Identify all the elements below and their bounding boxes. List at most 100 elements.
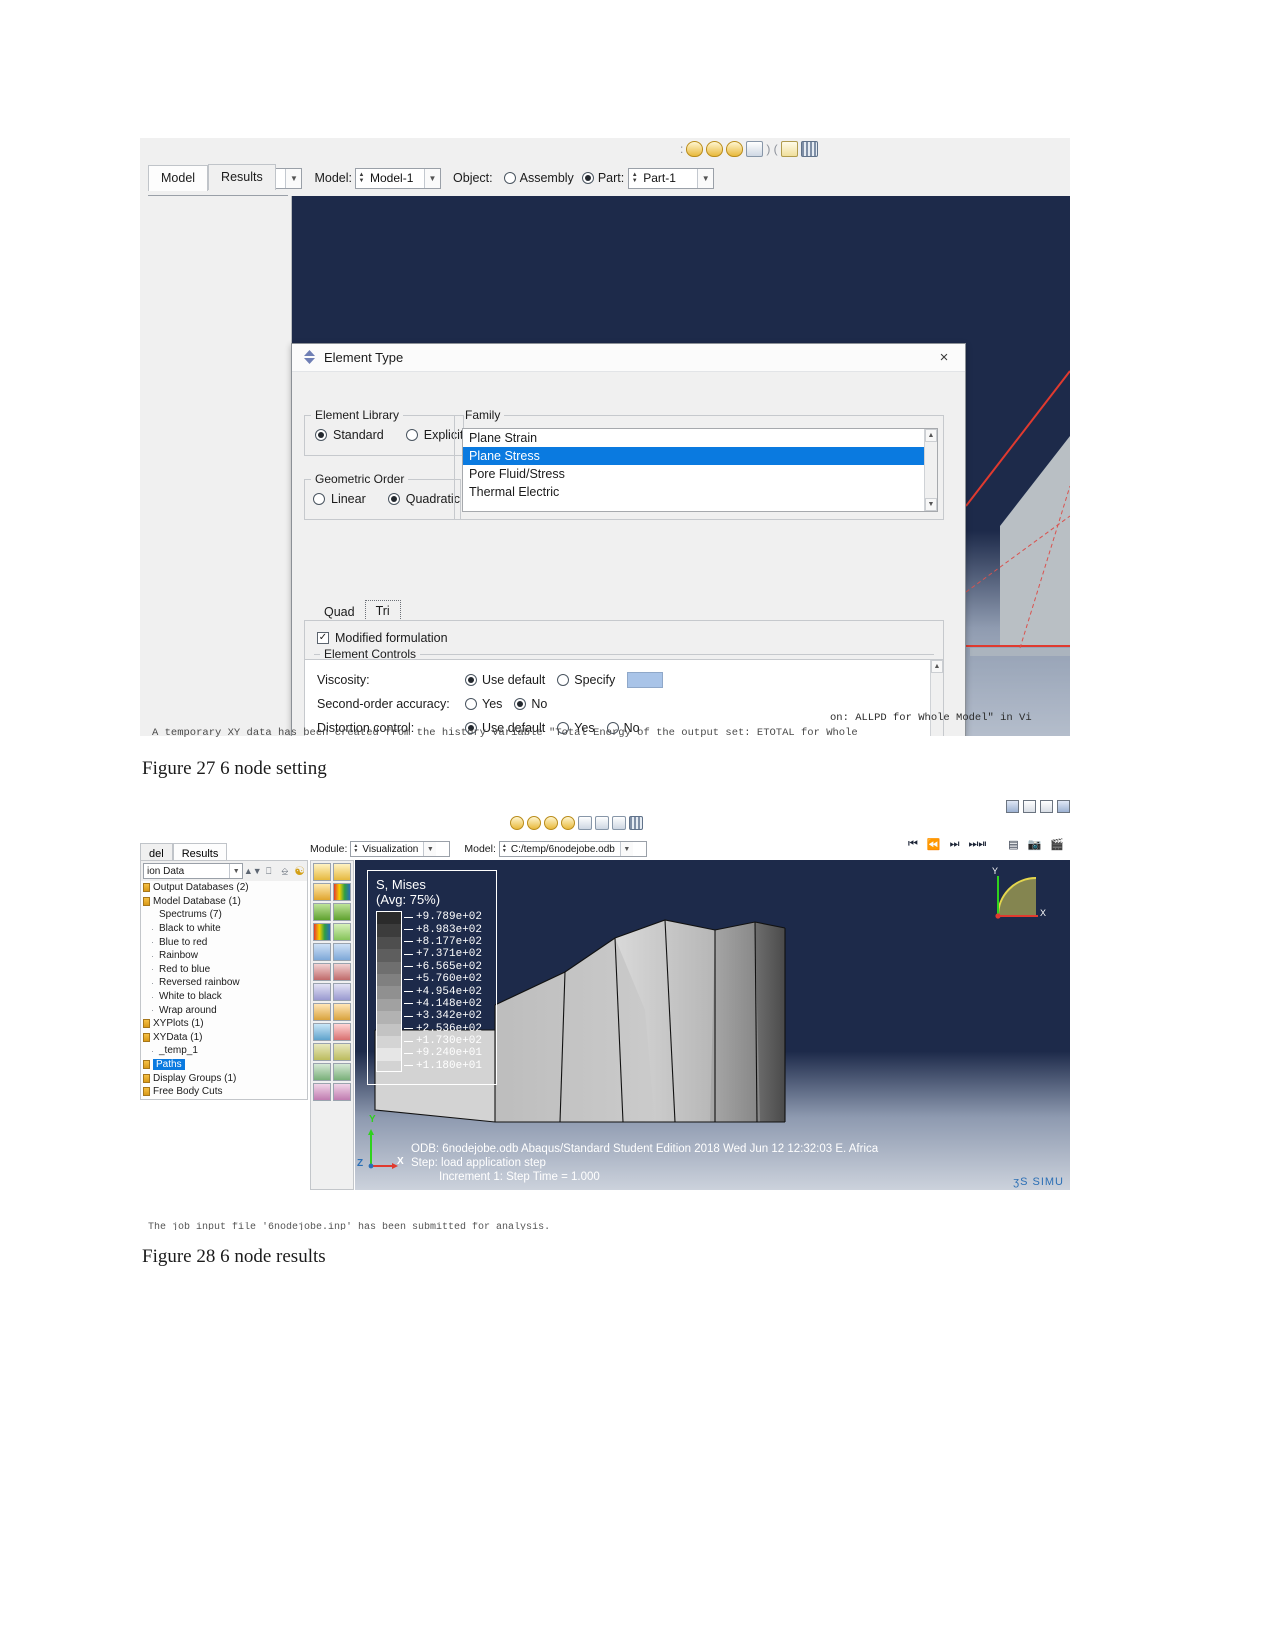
- maximize-window-icon[interactable]: [1057, 799, 1070, 813]
- results-tree-panel[interactable]: ion Data ▼ ▲▼ ⎕ ⎒ ☯ Output Databases (2)…: [140, 860, 308, 1100]
- scroll-up-icon[interactable]: ▲: [931, 660, 943, 673]
- tile-window-icon[interactable]: [1040, 799, 1053, 813]
- tree-item[interactable]: XYPlots (1): [141, 1017, 307, 1031]
- bulb-icon[interactable]: ☯: [294, 864, 305, 878]
- tree-item[interactable]: Spectrums (7): [141, 908, 307, 922]
- tab-model[interactable]: Model: [148, 165, 209, 191]
- color-legend-icon[interactable]: [333, 923, 351, 941]
- report-icon[interactable]: [333, 1063, 351, 1081]
- tree-item[interactable]: Streams: [141, 1099, 307, 1100]
- viscosity-use-default-radio[interactable]: Use default: [465, 673, 545, 687]
- color-code-icon[interactable]: [313, 923, 331, 941]
- movie-icon[interactable]: [333, 1043, 351, 1061]
- activate-view-cut-icon[interactable]: [313, 883, 331, 901]
- query-icon[interactable]: [333, 963, 351, 981]
- model-spinner-icon[interactable]: ▲ ▼: [356, 169, 367, 188]
- tree-item[interactable]: · Black to white: [141, 922, 307, 936]
- chevron-down-icon[interactable]: ▼: [285, 168, 302, 188]
- module-spinner-icon[interactable]: ▲▼: [351, 844, 360, 854]
- tree-item[interactable]: Free Body Cuts: [141, 1085, 307, 1099]
- scroll-up-icon[interactable]: ▲: [925, 429, 937, 442]
- tree-item[interactable]: Output Databases (2): [141, 881, 307, 895]
- radio-standard-icon[interactable]: [315, 429, 327, 441]
- chevron-down-icon[interactable]: ▼: [424, 168, 441, 188]
- chevron-down-icon[interactable]: ▼: [697, 168, 714, 188]
- second-order-yes-radio[interactable]: Yes: [465, 697, 502, 711]
- tree-item[interactable]: · Red to blue: [141, 963, 307, 977]
- xy-data-icon[interactable]: [333, 943, 351, 961]
- visualization-viewport[interactable]: S, Mises (Avg: 75%) +9.789e+02 +8.983e+02…: [355, 860, 1070, 1190]
- mesh-part-icon[interactable]: [726, 141, 744, 157]
- plot-undeformed-icon[interactable]: [510, 816, 524, 830]
- second-order-no-radio[interactable]: No: [514, 697, 547, 711]
- tree-spinner-icon[interactable]: ▲▼: [244, 864, 262, 878]
- edit-display-group-icon[interactable]: [333, 903, 351, 921]
- verify-mesh-icon[interactable]: [746, 141, 764, 157]
- probe-values-icon[interactable]: [313, 963, 331, 981]
- common-options-icon[interactable]: [612, 816, 626, 830]
- tree-item[interactable]: Model Database (1): [141, 895, 307, 909]
- tree-item[interactable]: · Wrap around: [141, 1003, 307, 1017]
- tree-item[interactable]: Display Groups (1): [141, 1071, 307, 1085]
- plot-deformed-icon[interactable]: [527, 816, 541, 830]
- tree-item[interactable]: · Rainbow: [141, 949, 307, 963]
- family-list-scrollbar[interactable]: ▲ ▼: [924, 429, 937, 511]
- history-output-icon[interactable]: [333, 863, 351, 881]
- scroll-down-icon[interactable]: ▼: [925, 498, 937, 511]
- play-icon[interactable]: ⏭: [950, 838, 960, 851]
- collapse-tree-icon[interactable]: ⎕: [262, 864, 275, 878]
- previous-frame-icon[interactable]: ⏪: [927, 838, 941, 851]
- tree-item[interactable]: Paths: [141, 1058, 307, 1072]
- allow-multiple-plots-icon[interactable]: [595, 816, 609, 830]
- report-data-icon[interactable]: [629, 816, 643, 830]
- part-combo[interactable]: ▲ ▼ Part-1 ▼: [628, 167, 715, 189]
- radio-quadratic-icon[interactable]: [387, 493, 400, 505]
- family-listbox[interactable]: Plane Strain Plane Stress Pore Fluid/Str…: [462, 428, 938, 512]
- odb-combo[interactable]: ▲ ▼ C:/temp/6nodejobe.odb ▼: [498, 841, 647, 857]
- plot-contour-icon[interactable]: [544, 816, 558, 830]
- video-icon[interactable]: 🎬: [1050, 838, 1064, 851]
- query-icon[interactable]: [780, 141, 798, 157]
- print-icon[interactable]: [1006, 799, 1019, 813]
- animation-options-icon[interactable]: ▤: [1008, 838, 1018, 851]
- plot-symbol-icon[interactable]: [561, 816, 575, 830]
- save-image-icon[interactable]: [313, 1043, 331, 1061]
- tree-item[interactable]: · _temp_1: [141, 1044, 307, 1058]
- options-icon[interactable]: [313, 1083, 331, 1101]
- element-table-icon[interactable]: [800, 141, 818, 157]
- free-body-cut-icon[interactable]: [313, 1003, 331, 1021]
- animate-icon[interactable]: [333, 1003, 351, 1021]
- create-display-group-icon[interactable]: [313, 903, 331, 921]
- family-item-plane-strain[interactable]: Plane Strain: [463, 429, 937, 447]
- restore-window-icon[interactable]: [1023, 799, 1036, 813]
- close-icon[interactable]: ×: [929, 345, 959, 371]
- module-combo[interactable]: ▲ ▼ Visualization ▼: [350, 841, 451, 857]
- modified-formulation-checkbox[interactable]: ✓: [317, 632, 329, 644]
- camera-icon[interactable]: 📷: [1028, 838, 1042, 851]
- refresh-tree-icon[interactable]: ⎒: [278, 864, 291, 878]
- family-item-thermal-electric[interactable]: Thermal Electric: [463, 483, 937, 501]
- tree-item[interactable]: · Reversed rainbow: [141, 976, 307, 990]
- radio-linear-icon[interactable]: [313, 493, 325, 505]
- delete-seeds-icon[interactable]: [706, 141, 724, 157]
- create-stream-icon[interactable]: [333, 983, 351, 1001]
- tree-item[interactable]: · White to black: [141, 990, 307, 1004]
- create-path-icon[interactable]: [313, 983, 331, 1001]
- first-frame-icon[interactable]: ⏮: [908, 838, 918, 851]
- tree-item[interactable]: XYData (1): [141, 1031, 307, 1045]
- family-item-pore-fluid-stress[interactable]: Pore Fluid/Stress: [463, 465, 937, 483]
- viscosity-specify-radio[interactable]: Specify: [557, 673, 615, 687]
- part-spinner-icon[interactable]: ▲ ▼: [629, 169, 640, 188]
- plot-material-orientation-icon[interactable]: [578, 816, 592, 830]
- time-history-icon[interactable]: [333, 1023, 351, 1041]
- viscosity-value-input[interactable]: [627, 672, 664, 688]
- tools-icon[interactable]: [333, 1083, 351, 1101]
- radio-explicit-icon[interactable]: [405, 429, 418, 441]
- chevron-down-icon[interactable]: ▼: [229, 864, 242, 878]
- chevron-down-icon[interactable]: ▼: [619, 842, 633, 856]
- tree-item[interactable]: · Blue to red: [141, 935, 307, 949]
- spectrum-icon[interactable]: [333, 883, 351, 901]
- seed-edge-icon[interactable]: [686, 141, 704, 157]
- tab-results[interactable]: Results: [208, 164, 276, 190]
- last-frame-icon[interactable]: ⏭⏯: [968, 838, 987, 851]
